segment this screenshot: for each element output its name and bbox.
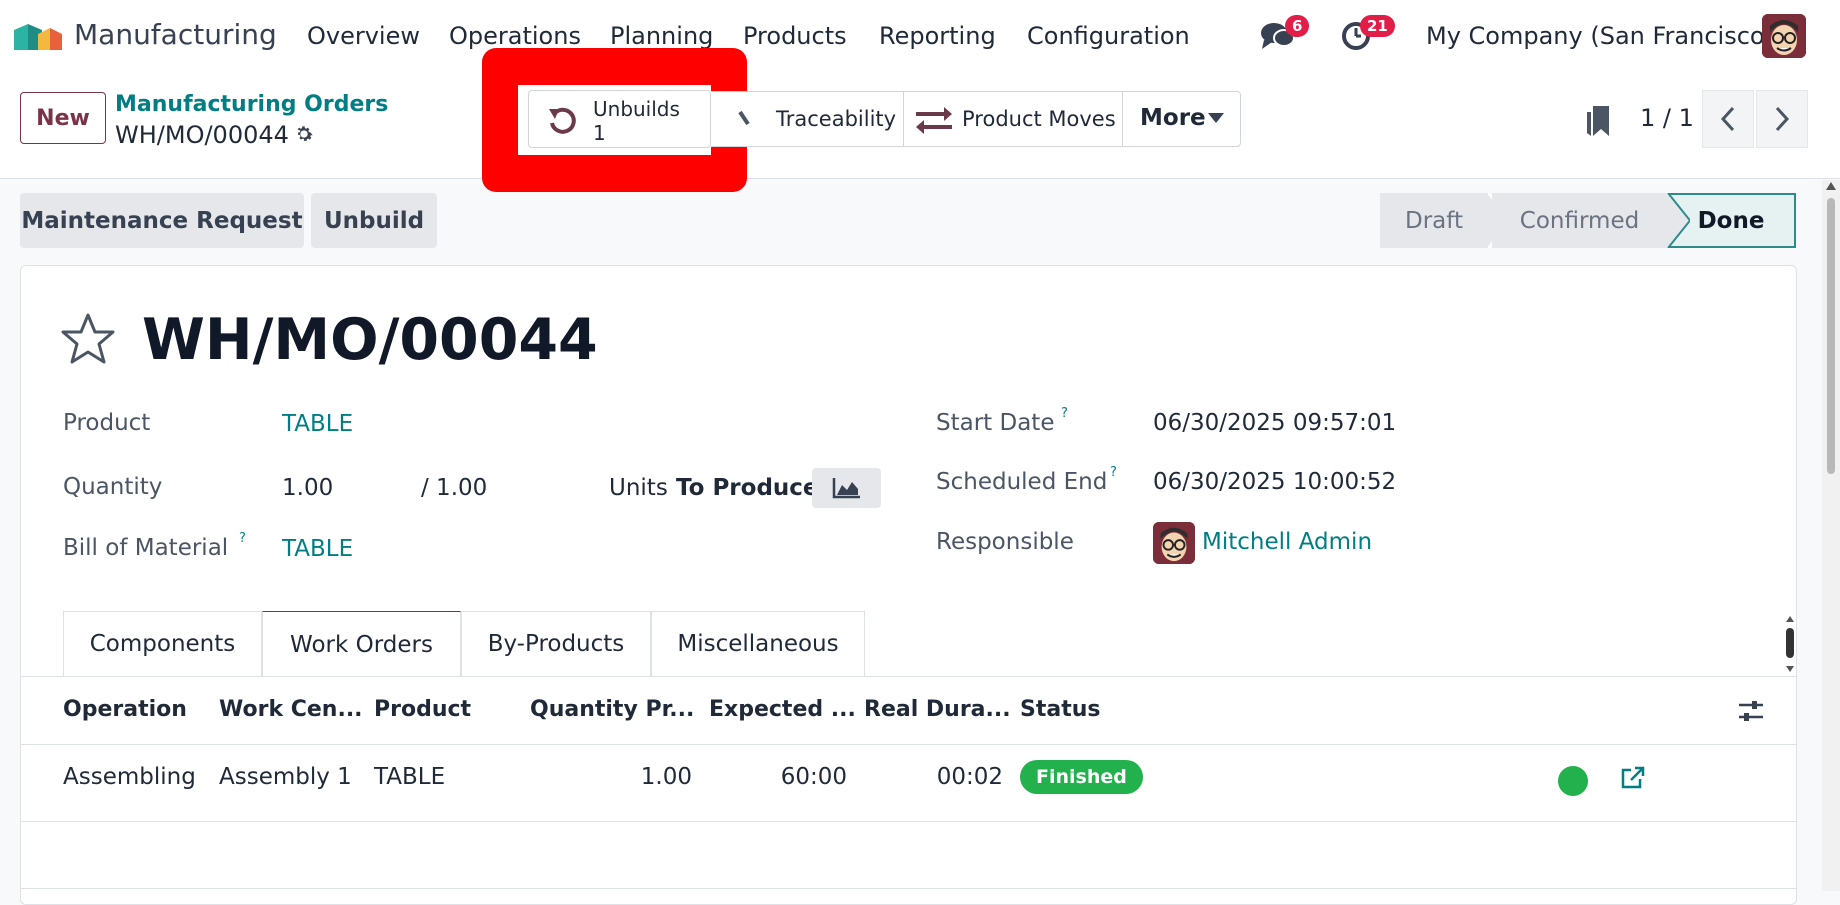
bom-help[interactable]: ? xyxy=(239,531,246,546)
chevron-left-icon xyxy=(1720,106,1735,132)
cell-quantity[interactable]: 1.00 xyxy=(560,764,692,790)
more-label: More xyxy=(1140,105,1206,131)
bookmark-icon[interactable] xyxy=(1585,104,1611,138)
quantity-total: / 1.00 xyxy=(421,475,488,501)
messages-badge: 6 xyxy=(1285,15,1310,37)
scheduled-end-label: Scheduled End xyxy=(936,469,1108,495)
menu-reporting[interactable]: Reporting xyxy=(879,22,996,50)
gear-icon[interactable] xyxy=(293,123,315,145)
menu-planning[interactable]: Planning xyxy=(610,22,713,50)
new-button[interactable]: New xyxy=(20,92,106,144)
menu-configuration[interactable]: Configuration xyxy=(1027,22,1190,50)
table-row-divider xyxy=(20,821,1797,822)
col-quantity[interactable]: Quantity Pr... xyxy=(530,697,694,722)
tab-miscellaneous[interactable]: Miscellaneous xyxy=(651,611,865,676)
pager-value[interactable]: 1 / 1 xyxy=(1640,104,1694,132)
caret-down-icon xyxy=(1208,113,1224,123)
col-expected-duration[interactable]: Expected ... xyxy=(709,697,856,722)
star-icon[interactable] xyxy=(60,312,116,366)
table-header-divider xyxy=(20,744,1797,745)
chevron-right-icon xyxy=(1775,106,1790,132)
col-status[interactable]: Status xyxy=(1020,697,1100,722)
quantity-field: 1.00 xyxy=(282,475,334,501)
status-arrow-active xyxy=(1666,193,1690,248)
status-dot xyxy=(1558,766,1588,796)
manufacturing-app-icon[interactable] xyxy=(14,20,62,54)
bom-label: Bill of Material xyxy=(63,535,229,561)
forecast-report-button[interactable] xyxy=(812,468,881,508)
col-product[interactable]: Product xyxy=(374,697,471,722)
optional-columns-icon[interactable] xyxy=(1738,699,1764,723)
start-date-label: Start Date xyxy=(936,410,1055,436)
start-date-help[interactable]: ? xyxy=(1061,406,1068,421)
status-confirmed[interactable]: Confirmed xyxy=(1492,193,1667,248)
product-field[interactable]: TABLE xyxy=(282,411,353,437)
col-operation[interactable]: Operation xyxy=(63,697,187,722)
area-chart-icon xyxy=(832,478,860,499)
tab-components[interactable]: Components xyxy=(63,611,262,676)
tab-work-orders[interactable]: Work Orders xyxy=(262,611,461,677)
table-row-divider xyxy=(20,888,1797,889)
responsible-label: Responsible xyxy=(936,529,1074,555)
external-link-icon[interactable] xyxy=(1620,765,1646,791)
cell-real-duration[interactable]: 00:02 xyxy=(870,764,1003,790)
cell-product[interactable]: TABLE xyxy=(374,764,445,790)
responsible-field[interactable]: Mitchell Admin xyxy=(1202,529,1372,555)
responsible-avatar xyxy=(1153,522,1195,564)
record-title: WH/MO/00044 xyxy=(142,307,598,373)
breadcrumb-manufacturing-orders[interactable]: Manufacturing Orders xyxy=(115,92,388,117)
cell-expected-duration[interactable]: 60:00 xyxy=(710,764,847,790)
units-label: Units xyxy=(609,475,668,501)
to-produce-label: To Produce xyxy=(676,475,819,501)
menu-operations[interactable]: Operations xyxy=(449,22,581,50)
traceability-icon xyxy=(738,110,750,126)
traceability-label: Traceability xyxy=(776,107,897,131)
unbuild-button[interactable]: Unbuild xyxy=(311,193,437,248)
tabs-scroll-indicator[interactable] xyxy=(1783,616,1797,672)
product-moves-label: Product Moves xyxy=(962,107,1116,131)
page-scrollbar-thumb[interactable] xyxy=(1827,198,1835,474)
status-badge: Finished xyxy=(1020,760,1143,794)
product-label: Product xyxy=(63,410,151,436)
unbuilds-label: Unbuilds xyxy=(593,97,680,121)
bom-field[interactable]: TABLE xyxy=(282,536,353,562)
pager-previous-button[interactable] xyxy=(1702,90,1754,148)
tab-by-products[interactable]: By-Products xyxy=(461,611,651,676)
activities-badge: 21 xyxy=(1360,15,1395,37)
col-work-center[interactable]: Work Cen... xyxy=(219,697,363,722)
menu-products[interactable]: Products xyxy=(743,22,847,50)
tabs-divider xyxy=(20,676,1797,677)
menu-overview[interactable]: Overview xyxy=(307,22,420,50)
maintenance-request-button[interactable]: Maintenance Request xyxy=(20,193,304,248)
scheduled-end-field: 06/30/2025 10:00:52 xyxy=(1153,469,1397,495)
transfer-arrows-icon xyxy=(916,107,952,134)
pager-next-button[interactable] xyxy=(1756,90,1808,148)
cell-work-center[interactable]: Assembly 1 xyxy=(219,764,352,790)
user-avatar[interactable] xyxy=(1762,14,1806,58)
start-date-field: 06/30/2025 09:57:01 xyxy=(1153,410,1397,436)
scroll-up-arrow-icon[interactable] xyxy=(1826,182,1836,190)
breadcrumb-current-record: WH/MO/00044 xyxy=(115,121,289,149)
quantity-label: Quantity xyxy=(63,474,163,500)
status-draft[interactable]: Draft xyxy=(1380,193,1488,248)
app-name[interactable]: Manufacturing xyxy=(74,18,277,51)
unbuilds-count: 1 xyxy=(593,121,606,145)
undo-icon xyxy=(549,107,576,134)
col-real-duration[interactable]: Real Dura... xyxy=(864,697,1011,722)
scheduled-end-help[interactable]: ? xyxy=(1110,465,1117,480)
company-switcher[interactable]: My Company (San Francisco) xyxy=(1426,22,1774,50)
cell-operation[interactable]: Assembling xyxy=(63,764,196,790)
